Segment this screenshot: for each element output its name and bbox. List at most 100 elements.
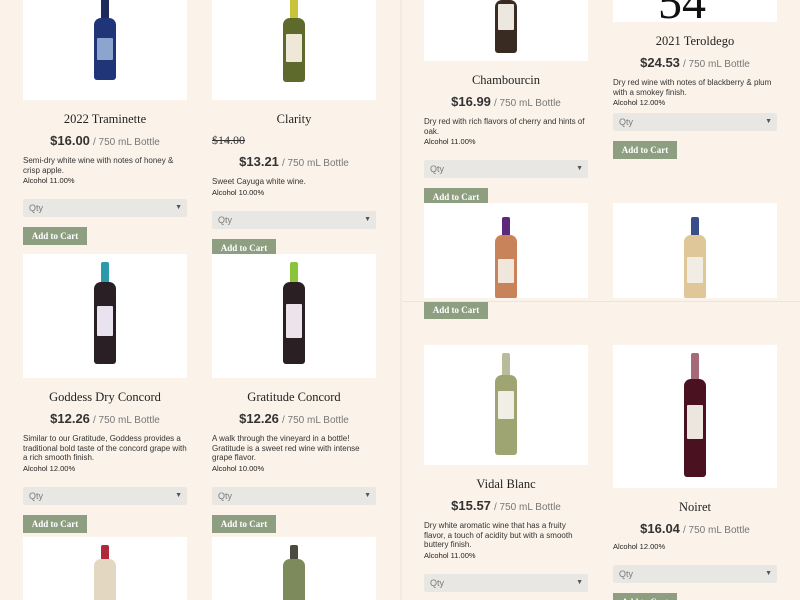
dropdown-arrow-icon: ▼ bbox=[364, 215, 371, 223]
product-image[interactable] bbox=[23, 537, 187, 600]
alcohol-content: Alcohol 12.00% bbox=[23, 463, 76, 473]
alcohol-content: Alcohol 10.00% bbox=[212, 187, 265, 197]
wine-bottle-image bbox=[283, 254, 305, 378]
product-name[interactable]: Gratitude Concord bbox=[212, 390, 376, 405]
product-name[interactable]: Chambourcin bbox=[424, 73, 588, 88]
wine-bottle-image bbox=[283, 537, 305, 600]
wine-bottle-image bbox=[495, 345, 517, 465]
dropdown-arrow-icon: ▼ bbox=[765, 570, 772, 577]
product-description: Dry red wine with notes of blackberry & … bbox=[613, 78, 772, 97]
qty-placeholder: Qty bbox=[29, 203, 44, 213]
unit-label: / 750 mL Bottle bbox=[682, 525, 750, 536]
wine-bottle-image bbox=[495, 0, 517, 61]
product-price: $16.99 bbox=[451, 94, 491, 109]
product-card bbox=[212, 537, 376, 600]
product-price: $15.57 bbox=[451, 498, 491, 513]
dropdown-arrow-icon: ▼ bbox=[364, 491, 371, 499]
product-image[interactable] bbox=[424, 345, 588, 465]
product-description: Dry white aromatic wine that has a fruit… bbox=[424, 521, 573, 549]
product-image[interactable] bbox=[212, 254, 376, 378]
product-card: 54 2021 Teroldego $24.53 / 750 mL Bottle… bbox=[613, 0, 777, 159]
price-line: $16.99 / 750 mL Bottle bbox=[424, 94, 588, 109]
product-description: Similar to our Gratitude, Goddess provid… bbox=[23, 434, 187, 462]
product-image[interactable] bbox=[613, 203, 777, 299]
product-image[interactable] bbox=[212, 537, 376, 600]
wine-bottle-image bbox=[684, 345, 706, 488]
qty-placeholder: Qty bbox=[619, 569, 634, 579]
product-image[interactable] bbox=[613, 345, 777, 488]
section-divider bbox=[402, 298, 800, 301]
product-card: Vidal Blanc $15.57 / 750 mL Bottle Dry w… bbox=[424, 345, 588, 600]
product-card: Gratitude Concord $12.26 / 750 mL Bottle… bbox=[212, 254, 376, 533]
alcohol-content: Alcohol 12.00% bbox=[613, 542, 666, 551]
add-to-cart-button[interactable]: Add to Cart bbox=[23, 514, 87, 533]
alcohol-content: Alcohol 11.00% bbox=[23, 176, 75, 185]
product-card: Chambourcin $16.99 / 750 mL Bottle Dry r… bbox=[424, 0, 588, 206]
unit-label: / 750 mL Bottle bbox=[682, 59, 750, 70]
qty-placeholder: Qty bbox=[218, 490, 233, 501]
product-card bbox=[613, 203, 777, 299]
wine-bottle-image bbox=[495, 203, 517, 299]
dropdown-arrow-icon: ▼ bbox=[765, 118, 772, 125]
qty-placeholder: Qty bbox=[430, 577, 445, 588]
product-price: $16.00 bbox=[50, 133, 90, 148]
product-name[interactable]: Clarity bbox=[212, 112, 376, 127]
qty-placeholder: Qty bbox=[619, 117, 634, 127]
qty-select[interactable]: Qty ▼ bbox=[613, 113, 777, 131]
product-price: $16.04 bbox=[640, 521, 680, 536]
product-image[interactable] bbox=[23, 0, 187, 100]
product-card: 2022 Traminette $16.00 / 750 mL Bottle S… bbox=[23, 0, 187, 245]
add-to-cart-button[interactable]: Add to Cart bbox=[212, 514, 276, 533]
product-price: $13.21 bbox=[239, 154, 279, 169]
unit-label: / 750 mL Bottle bbox=[493, 502, 561, 513]
add-to-cart-button[interactable]: Add to Cart bbox=[613, 593, 677, 600]
qty-select[interactable]: Qty ▼ bbox=[23, 199, 187, 217]
unit-label: / 750 mL Bottle bbox=[281, 158, 349, 169]
qty-select[interactable]: Qty ▼ bbox=[212, 210, 376, 229]
wine-bottle-image bbox=[94, 254, 116, 378]
product-name[interactable]: Vidal Blanc bbox=[424, 477, 588, 492]
qty-select[interactable]: Qty ▼ bbox=[424, 573, 588, 592]
product-image[interactable]: 54 bbox=[613, 0, 777, 22]
qty-placeholder: Qty bbox=[218, 214, 233, 225]
product-image[interactable] bbox=[424, 203, 588, 299]
unit-label: / 750 mL Bottle bbox=[281, 415, 349, 426]
dropdown-arrow-icon: ▼ bbox=[576, 578, 583, 586]
product-image[interactable] bbox=[424, 0, 588, 61]
qty-select[interactable]: Qty ▼ bbox=[424, 160, 588, 178]
product-grid-left: 2022 Traminette $16.00 / 750 mL Bottle S… bbox=[0, 0, 400, 600]
product-image[interactable] bbox=[212, 0, 376, 100]
dropdown-arrow-icon: ▼ bbox=[576, 165, 583, 172]
dropdown-arrow-icon: ▼ bbox=[175, 204, 182, 211]
product-name[interactable]: Goddess Dry Concord bbox=[23, 390, 187, 405]
qty-select[interactable]: Qty ▼ bbox=[23, 486, 187, 505]
product-name[interactable]: 2022 Traminette bbox=[23, 112, 187, 127]
qty-select[interactable]: Qty ▼ bbox=[613, 565, 777, 583]
product-name[interactable]: 2021 Teroldego bbox=[613, 34, 777, 49]
alcohol-content: Alcohol 11.00% bbox=[424, 137, 476, 146]
product-price: $12.26 bbox=[239, 411, 279, 426]
alcohol-content: Alcohol 11.00% bbox=[424, 550, 476, 560]
wine-bottle-image bbox=[94, 0, 116, 100]
product-name[interactable]: Noiret bbox=[613, 500, 777, 515]
add-to-cart-button[interactable]: Add to Cart bbox=[23, 227, 87, 245]
price-line: $15.57 / 750 mL Bottle bbox=[424, 498, 588, 513]
add-to-cart-button[interactable]: Add to Cart bbox=[424, 301, 488, 319]
product-card bbox=[23, 537, 187, 600]
product-card: Clarity $14.00 $13.21 / 750 mL Bottle Sw… bbox=[212, 0, 376, 257]
product-image[interactable] bbox=[23, 254, 187, 378]
original-price: $14.00 bbox=[212, 133, 245, 147]
wine-bottle-image bbox=[94, 537, 116, 600]
price-line: $12.26 / 750 mL Bottle bbox=[212, 411, 376, 426]
wine-bottle-image bbox=[283, 0, 305, 100]
price-line: $16.04 / 750 mL Bottle bbox=[613, 521, 777, 536]
add-to-cart-button[interactable]: Add to Cart bbox=[613, 141, 677, 159]
logo-number: 54 bbox=[658, 0, 706, 22]
wine-bottle-image bbox=[684, 203, 706, 299]
qty-select[interactable]: Qty ▼ bbox=[212, 486, 376, 505]
alcohol-content: Alcohol 10.00% bbox=[212, 463, 265, 473]
unit-label: / 750 mL Bottle bbox=[493, 98, 561, 109]
product-description: Semi-dry white wine with notes of honey … bbox=[23, 156, 174, 175]
product-description: A walk through the vineyard in a bottle!… bbox=[212, 434, 360, 462]
price-line: $24.53 / 750 mL Bottle bbox=[613, 55, 777, 70]
